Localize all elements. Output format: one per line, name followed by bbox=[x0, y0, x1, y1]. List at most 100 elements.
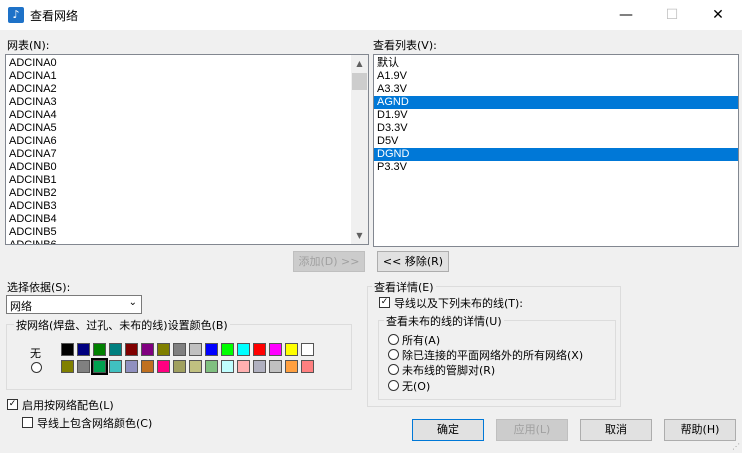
net-list-item[interactable]: ADCINB2 bbox=[6, 187, 368, 200]
radio-all-except-plane-label: 除已连接的平面网络外的所有网络(X) bbox=[402, 349, 584, 362]
ok-button[interactable]: 确定 bbox=[412, 419, 484, 441]
traces-label: 导线以及下列未布的线(T): bbox=[394, 297, 524, 310]
view-list-item[interactable]: AGND bbox=[374, 96, 738, 109]
color-swatch[interactable] bbox=[125, 360, 138, 373]
minimize-button[interactable]: — bbox=[603, 0, 649, 30]
details-group-title: 查看详情(E) bbox=[372, 279, 436, 295]
color-swatch[interactable] bbox=[205, 343, 218, 356]
color-swatch[interactable] bbox=[141, 343, 154, 356]
color-swatch[interactable] bbox=[237, 343, 250, 356]
view-list-item[interactable]: P3.3V bbox=[374, 161, 738, 174]
radio-none[interactable] bbox=[388, 380, 399, 391]
view-list-item[interactable]: D1.9V bbox=[374, 109, 738, 122]
net-list-item[interactable]: ADCINA3 bbox=[6, 96, 368, 109]
net-list-item[interactable]: ADCINA2 bbox=[6, 83, 368, 96]
enable-net-color-checkbox[interactable]: ✓ bbox=[7, 399, 18, 410]
color-swatch[interactable] bbox=[77, 343, 90, 356]
net-list-item[interactable]: ADCINB5 bbox=[6, 226, 368, 239]
radio-all-label: 所有(A) bbox=[402, 334, 441, 347]
net-list-item[interactable]: ADCINA5 bbox=[6, 122, 368, 135]
color-swatch[interactable] bbox=[173, 360, 186, 373]
color-swatch[interactable] bbox=[269, 343, 282, 356]
net-list-item[interactable]: ADCINA4 bbox=[6, 109, 368, 122]
scroll-up-icon[interactable]: ▲ bbox=[351, 55, 368, 72]
swatch-row-2 bbox=[61, 358, 317, 375]
maximize-button[interactable]: ☐ bbox=[649, 0, 695, 30]
view-list-item[interactable]: DGND bbox=[374, 148, 738, 161]
traces-checkbox[interactable]: ✓ bbox=[379, 297, 390, 308]
remove-button[interactable]: << 移除(R) bbox=[377, 251, 449, 272]
net-list-item[interactable]: ADCINA1 bbox=[6, 70, 368, 83]
view-list-item[interactable]: D5V bbox=[374, 135, 738, 148]
unrouted-group-title: 查看未布的线的详情(U) bbox=[384, 313, 504, 329]
color-swatch[interactable] bbox=[237, 360, 250, 373]
radio-all[interactable] bbox=[388, 334, 399, 345]
net-color-group bbox=[6, 324, 352, 390]
net-color-group-title: 按网络(焊盘、过孔、未布的线)设置颜色(B) bbox=[14, 317, 230, 333]
net-list-item[interactable]: ADCINB6 bbox=[6, 239, 368, 244]
window-title: 查看网络 bbox=[30, 9, 79, 23]
color-swatch[interactable] bbox=[205, 360, 218, 373]
view-list-item[interactable]: A1.9V bbox=[374, 70, 738, 83]
color-swatch[interactable] bbox=[221, 343, 234, 356]
color-swatch[interactable] bbox=[285, 360, 298, 373]
view-list-item[interactable]: 默认 bbox=[374, 57, 738, 70]
scroll-down-icon[interactable]: ▼ bbox=[351, 227, 368, 244]
no-color-label: 无 bbox=[30, 347, 41, 360]
color-swatch[interactable] bbox=[109, 343, 122, 356]
title-bar: ♪ 查看网络 — ☐ ✕ bbox=[0, 0, 742, 30]
include-traces-checkbox[interactable] bbox=[22, 417, 33, 428]
color-swatch[interactable] bbox=[157, 360, 170, 373]
radio-unrouted-pins[interactable] bbox=[388, 364, 399, 375]
chevron-down-icon: ⌄ bbox=[128, 297, 137, 308]
color-swatch[interactable] bbox=[77, 360, 90, 373]
color-swatch[interactable] bbox=[301, 360, 314, 373]
net-list-item[interactable]: ADCINA6 bbox=[6, 135, 368, 148]
resize-grip-icon[interactable]: ⋰ bbox=[732, 442, 740, 451]
swatch-row-1 bbox=[61, 343, 317, 357]
color-swatch[interactable] bbox=[93, 343, 106, 356]
radio-all-except-plane[interactable] bbox=[388, 349, 399, 360]
color-swatch[interactable] bbox=[141, 360, 154, 373]
app-icon: ♪ bbox=[8, 7, 24, 23]
net-list-item[interactable]: ADCINB3 bbox=[6, 200, 368, 213]
view-list[interactable]: 默认 A1.9V A3.3V AGND D1.9V D3.3V D5V DGND P3.3V bbox=[373, 54, 739, 247]
radio-none-label: 无(O) bbox=[402, 380, 431, 393]
no-color-radio[interactable] bbox=[31, 362, 42, 373]
net-list-item[interactable]: ADCINB4 bbox=[6, 213, 368, 226]
color-swatch[interactable] bbox=[301, 343, 314, 356]
cancel-button[interactable]: 取消 bbox=[580, 419, 652, 441]
color-swatch[interactable] bbox=[221, 360, 234, 373]
select-basis-combo[interactable]: 网络 ⌄ bbox=[6, 295, 142, 314]
view-list-item[interactable]: A3.3V bbox=[374, 83, 738, 96]
color-swatch[interactable] bbox=[157, 343, 170, 356]
net-list-item[interactable]: ADCINA7 bbox=[6, 148, 368, 161]
radio-unrouted-pins-label: 未布线的管脚对(R) bbox=[402, 364, 496, 377]
apply-button[interactable]: 应用(L) bbox=[496, 419, 568, 441]
add-button[interactable]: 添加(D) >> bbox=[293, 251, 365, 272]
color-swatch[interactable] bbox=[61, 360, 74, 373]
color-swatch[interactable] bbox=[173, 343, 186, 356]
color-swatch[interactable] bbox=[269, 360, 282, 373]
net-list-item[interactable]: ADCINB1 bbox=[6, 174, 368, 187]
net-list-item[interactable]: ADCINB0 bbox=[6, 161, 368, 174]
net-list[interactable]: ADCINA0 ADCINA1 ADCINA2 ADCINA3 ADCINA4 ADCIN… bbox=[5, 54, 369, 245]
color-swatch[interactable] bbox=[253, 360, 266, 373]
scroll-thumb[interactable] bbox=[352, 73, 367, 90]
help-button[interactable]: 帮助(H) bbox=[664, 419, 736, 441]
view-list-item[interactable]: D3.3V bbox=[374, 122, 738, 135]
close-button[interactable]: ✕ bbox=[695, 0, 741, 30]
color-swatch[interactable] bbox=[285, 343, 298, 356]
color-swatch[interactable] bbox=[125, 343, 138, 356]
color-swatch[interactable] bbox=[61, 343, 74, 356]
net-list-item[interactable]: ADCINA0 bbox=[6, 57, 368, 70]
select-basis-value: 网络 bbox=[10, 300, 32, 313]
color-swatch[interactable] bbox=[189, 343, 202, 356]
net-list-label: 网表(N): bbox=[7, 39, 50, 52]
color-swatch[interactable] bbox=[189, 360, 202, 373]
net-list-scrollbar[interactable]: ▲ ▼ bbox=[351, 55, 368, 244]
view-list-label: 查看列表(V): bbox=[373, 39, 437, 52]
color-swatch[interactable] bbox=[109, 360, 122, 373]
color-swatch[interactable] bbox=[253, 343, 266, 356]
color-swatch[interactable] bbox=[91, 358, 108, 375]
